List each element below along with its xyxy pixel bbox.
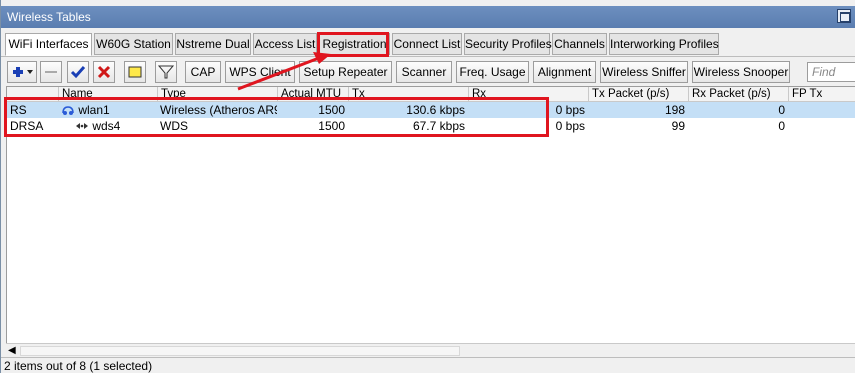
col-header-tx[interactable]: Tx — [348, 87, 468, 102]
filter-button[interactable] — [155, 61, 177, 83]
window-title: Wireless Tables — [7, 10, 91, 24]
status-text: 2 items out of 8 (1 selected) — [4, 359, 153, 373]
tab-registration[interactable]: Registration — [319, 33, 390, 55]
tab-access-list[interactable]: Access List — [253, 33, 317, 55]
tab-label: Nstreme Dual — [176, 37, 250, 51]
tab-w60g-station[interactable]: W60G Station — [94, 33, 173, 55]
col-header-name[interactable]: Name — [58, 87, 157, 102]
alignment-button[interactable]: Alignment — [533, 61, 596, 83]
x-icon — [97, 65, 111, 79]
wps-client-button[interactable]: WPS Client — [225, 61, 295, 83]
row-actual-mtu: 1500 — [318, 119, 345, 133]
row-rx: 0 bps — [555, 119, 585, 133]
row-tx: 67.7 kbps — [412, 119, 465, 133]
row-name: wds4 — [58, 118, 157, 134]
scroll-thumb[interactable] — [20, 346, 460, 356]
tab-channels[interactable]: Channels — [552, 33, 607, 55]
find-input[interactable]: Find — [807, 62, 855, 82]
tab-wifi-interfaces[interactable]: WiFi Interfaces — [5, 33, 92, 56]
button-label: Wireless Snooper — [693, 65, 789, 79]
row-rx: 0 bps — [555, 103, 585, 117]
col-header-actual-mtu[interactable]: Actual MTU — [277, 87, 348, 102]
row-type: Wireless (Atheros AR9... — [160, 103, 277, 117]
toolbar: CAP WPS Client Setup Repeater Scanner Fr… — [1, 56, 855, 86]
row-fp-tx — [788, 118, 855, 134]
horizontal-scrollbar[interactable]: ◀ — [6, 343, 855, 357]
tab-label: Connect List — [393, 37, 461, 51]
table-row[interactable]: RS wlan1 Wireless (Atheros AR9... 1500 1… — [7, 102, 855, 118]
row-name: wlan1 — [58, 102, 157, 118]
row-tx-packet: 198 — [664, 103, 685, 117]
enable-button[interactable] — [67, 61, 89, 83]
tab-label: WiFi Interfaces — [8, 37, 89, 51]
col-header-fp-tx[interactable]: FP Tx — [788, 87, 855, 102]
tab-label: Channels — [554, 37, 605, 51]
scanner-button[interactable]: Scanner — [396, 61, 452, 83]
col-header-rx[interactable]: Rx — [468, 87, 588, 102]
tab-label: W60G Station — [96, 37, 171, 51]
interface-name: wds4 — [92, 119, 121, 133]
col-header-type[interactable]: Type — [157, 87, 277, 102]
tab-nstreme-dual[interactable]: Nstreme Dual — [175, 33, 251, 55]
row-fp-tx — [788, 102, 855, 118]
filter-icon — [157, 65, 175, 79]
tab-label: Access List — [254, 37, 316, 51]
row-flags: RS — [10, 103, 27, 117]
button-label: CAP — [190, 65, 216, 79]
interface-name: wlan1 — [78, 103, 110, 117]
scroll-left-icon[interactable]: ◀ — [8, 346, 16, 356]
title-bar[interactable]: Wireless Tables — [1, 6, 855, 28]
wireless-icon — [62, 106, 74, 115]
setup-repeater-button[interactable]: Setup Repeater — [299, 61, 392, 83]
tab-interworking-profiles[interactable]: Interworking Profiles — [609, 33, 719, 55]
minus-icon — [45, 71, 57, 73]
freq-usage-button[interactable]: Freq. Usage — [456, 61, 529, 83]
status-bar: 2 items out of 8 (1 selected) — [1, 357, 855, 373]
wireless-snooper-button[interactable]: Wireless Snooper — [692, 61, 790, 83]
col-header-rx-packet[interactable]: Rx Packet (p/s) — [688, 87, 788, 102]
tab-label: Registration — [322, 37, 387, 51]
button-label: Scanner — [401, 65, 447, 79]
cap-button[interactable]: CAP — [185, 61, 221, 83]
button-label: Freq. Usage — [459, 65, 526, 79]
tab-connect-list[interactable]: Connect List — [392, 33, 462, 55]
row-flags: DRSA — [10, 119, 44, 133]
plus-icon — [13, 67, 33, 77]
tab-label: Interworking Profiles — [610, 37, 719, 51]
add-button[interactable] — [7, 61, 37, 83]
find-placeholder: Find — [812, 65, 836, 79]
wds-icon — [76, 123, 88, 129]
interfaces-table: Name Type Actual MTU Tx Rx Tx Packet (p/… — [6, 86, 855, 357]
row-tx-packet: 99 — [671, 119, 685, 133]
maximize-button[interactable] — [837, 9, 851, 23]
table-header: Name Type Actual MTU Tx Rx Tx Packet (p/… — [7, 87, 855, 102]
row-actual-mtu: 1500 — [318, 103, 345, 117]
remove-button[interactable] — [40, 61, 62, 83]
row-type: WDS — [160, 119, 188, 133]
button-label: Wireless Sniffer — [602, 65, 686, 79]
tab-label: Security Profiles — [465, 37, 552, 51]
table-row[interactable]: DRSA wds4 WDS 1500 67.7 kbps 0 bps 99 0 — [7, 118, 855, 134]
button-label: Alignment — [537, 65, 592, 79]
wireless-sniffer-button[interactable]: Wireless Sniffer — [600, 61, 688, 83]
button-label: WPS Client — [229, 65, 291, 79]
col-header-flags[interactable] — [7, 87, 58, 102]
disable-button[interactable] — [93, 61, 115, 83]
wireless-tables-window: Wireless Tables WiFi Interfaces W60G Sta… — [0, 0, 855, 373]
row-rx-packet: 0 — [778, 119, 785, 133]
col-header-tx-packet[interactable]: Tx Packet (p/s) — [588, 87, 688, 102]
note-icon — [128, 66, 142, 78]
row-tx: 130.6 kbps — [406, 103, 465, 117]
tab-bar: WiFi Interfaces W60G Station Nstreme Dua… — [5, 33, 855, 56]
tab-security-profiles[interactable]: Security Profiles — [464, 33, 552, 55]
row-rx-packet: 0 — [778, 103, 785, 117]
check-icon — [70, 66, 86, 79]
comment-button[interactable] — [124, 61, 146, 83]
button-label: Setup Repeater — [303, 65, 388, 79]
